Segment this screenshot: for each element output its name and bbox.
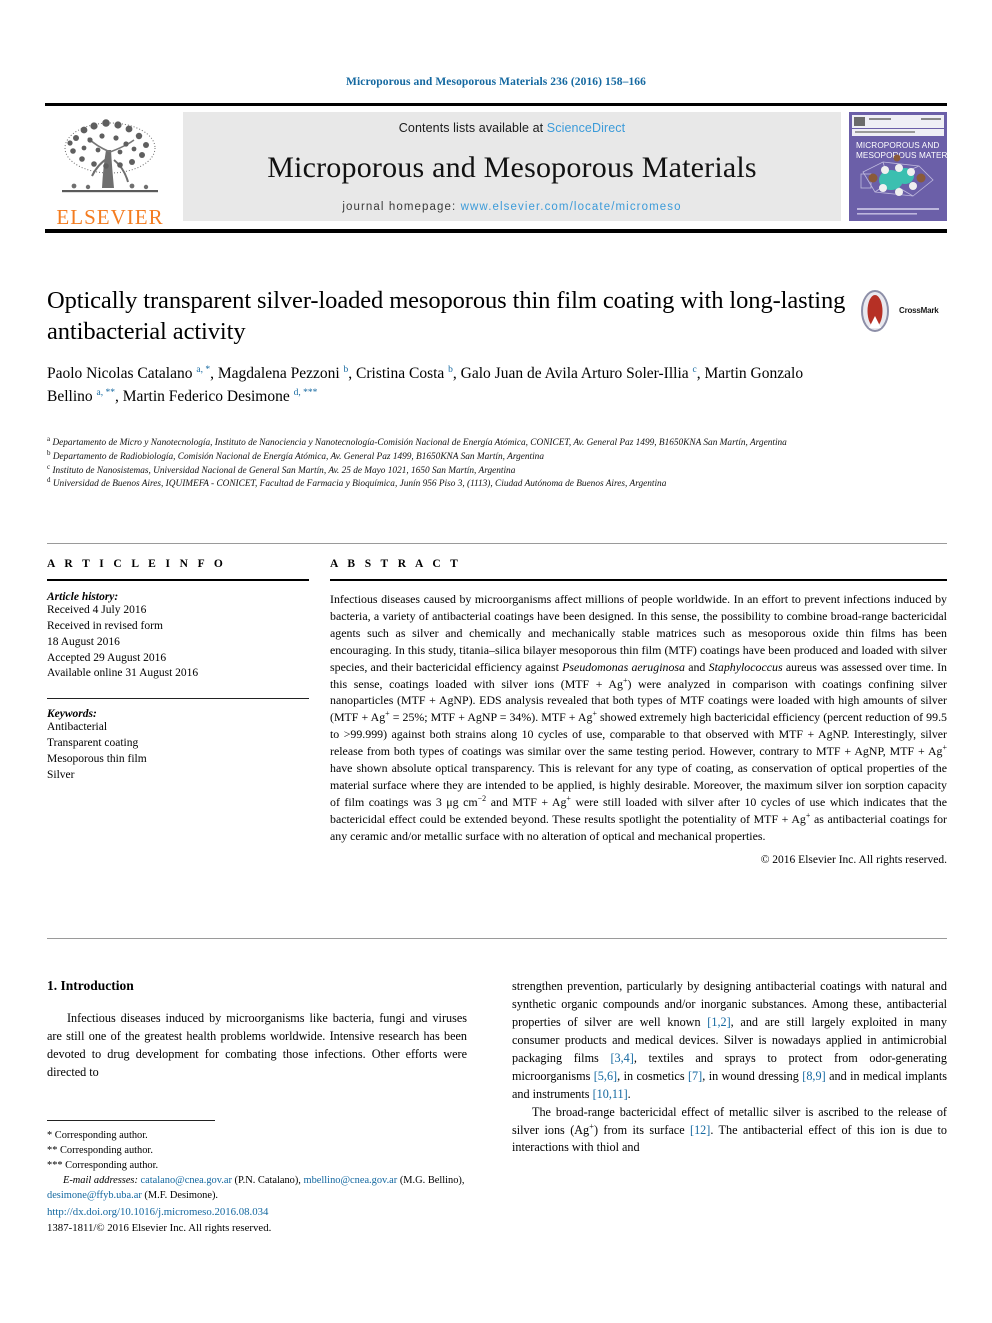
info-section-top-rule <box>47 543 947 544</box>
affiliation-marker-d: d <box>47 476 51 485</box>
journal-cover-thumbnail: MICROPOROUS AND MESOPOROUS MATERIALS <box>849 112 966 221</box>
svg-text:MESOPOROUS MATERIALS: MESOPOROUS MATERIALS <box>856 151 947 160</box>
keyword-item: Silver <box>47 768 75 781</box>
article-history-line: Received in revised form <box>47 619 163 632</box>
article-history-line: 18 August 2016 <box>47 635 120 648</box>
corresponding-author-note-1: * Corresponding author. <box>47 1130 148 1141</box>
keyword-item: Mesoporous thin film <box>47 753 147 766</box>
body-column-left: 1. Introduction Infectious diseases indu… <box>47 978 467 1082</box>
elsevier-wordmark: ELSEVIER <box>56 205 164 229</box>
abstract-column: A B S T R A C T Infectious diseases caus… <box>330 558 947 877</box>
affiliation-marker-b: b <box>47 448 51 457</box>
crossmark-label: CrossMark <box>899 306 939 315</box>
affiliation-c: c Instituto de Nanosistemas, Universidad… <box>47 462 927 479</box>
article-info-divider <box>47 698 309 700</box>
introduction-heading: 1. Introduction <box>47 978 134 993</box>
author-list: Paolo Nicolas Catalano a, *, Magdalena P… <box>47 364 804 406</box>
journal-homepage-link[interactable]: www.elsevier.com/locate/micromeso <box>461 201 682 213</box>
corresponding-author-note-3: *** Corresponding author. <box>47 1159 159 1171</box>
affiliation-b: b Departamento de Radiobiología, Comisió… <box>47 448 927 465</box>
body-column-right: strengthen prevention, particularly by d… <box>512 978 947 1157</box>
masthead-body: ELSEVIER Contents lists available at Sci… <box>45 106 966 228</box>
article-history-line: Accepted 29 August 2016 <box>47 651 167 664</box>
corresponding-author-note-2: ** Corresponding author. <box>47 1144 153 1156</box>
article-info-heading-rule <box>47 579 309 581</box>
contents-prefix-text: Contents lists available at <box>398 121 547 135</box>
article-history-label: Article history: <box>47 591 119 603</box>
abstract-section-bottom-rule <box>47 938 947 939</box>
affiliation-marker-a: a <box>47 434 51 443</box>
introduction-paragraph-right-2: The broad-range bactericidal effect of m… <box>512 1104 947 1155</box>
elsevier-logo: ELSEVIER <box>45 106 175 228</box>
article-info-column: A R T I C L E I N F O Article history: R… <box>47 558 309 784</box>
homepage-prefix-text: journal homepage: <box>342 201 461 213</box>
keywords-label: Keywords: <box>47 708 97 721</box>
title-block: Optically transparent silver-loaded meso… <box>47 285 847 348</box>
svg-text:MICROPOROUS AND: MICROPOROUS AND <box>856 141 939 150</box>
masthead-bottom-rule <box>45 229 947 233</box>
article-history-line: Received 4 July 2016 <box>47 604 147 616</box>
doi-link[interactable]: http://dx.doi.org/10.1016/j.micromeso.20… <box>47 1205 477 1221</box>
footnote-separator-rule <box>47 1120 215 1121</box>
email-addresses-note: E-mail addresses: catalano@cnea.gov.ar (… <box>47 1175 465 1202</box>
affiliation-list: a Departamento de Micro y Nanotecnología… <box>47 434 927 492</box>
article-info-heading: A R T I C L E I N F O <box>47 558 227 570</box>
abstract-body: Infectious diseases caused by microorgan… <box>330 592 948 843</box>
journal-masthead: ELSEVIER Contents lists available at Sci… <box>45 103 966 233</box>
running-head: Microporous and Mesoporous Materials 236… <box>345 76 647 88</box>
introduction-paragraph-right-1: strengthen prevention, particularly by d… <box>512 979 947 1101</box>
issn-copyright-line: 1387-1811/© 2016 Elsevier Inc. All right… <box>47 1221 272 1234</box>
crossmark-icon <box>861 289 889 332</box>
sciencedirect-link[interactable]: ScienceDirect <box>547 121 625 135</box>
elsevier-tree-icon <box>62 119 158 193</box>
crossmark-badge[interactable]: CrossMark <box>855 288 950 333</box>
footer-doi-block: http://dx.doi.org/10.1016/j.micromeso.20… <box>47 1205 477 1236</box>
affiliation-d-text: Universidad de Buenos Aires, IQUIMEFA - … <box>52 479 667 490</box>
affiliation-a: a Departamento de Micro y Nanotecnología… <box>47 434 927 451</box>
journal-title: Microporous and Mesoporous Materials <box>267 151 757 185</box>
journal-cover-image: MICROPOROUS AND MESOPOROUS MATERIALS <box>849 112 966 221</box>
abstract-heading-rule <box>330 579 947 581</box>
abstract-copyright: © 2016 Elsevier Inc. All rights reserved… <box>760 853 947 866</box>
page-title: Optically transparent silver-loaded meso… <box>47 287 846 346</box>
article-history-line: Available online 31 August 2016 <box>47 667 199 680</box>
affiliation-c-text: Instituto de Nanosistemas, Universidad N… <box>52 465 516 476</box>
keyword-item: Antibacterial <box>47 721 108 734</box>
keyword-item: Transparent coating <box>47 737 139 750</box>
abstract-heading: A B S T R A C T <box>330 558 462 570</box>
masthead-center-band: Contents lists available at ScienceDirec… <box>183 112 841 221</box>
journal-article-page: Microporous and Mesoporous Materials 236… <box>0 0 992 1323</box>
contents-available-line: Contents lists available at ScienceDirec… <box>399 121 625 135</box>
introduction-paragraph-left: Infectious diseases induced by microorga… <box>47 1011 467 1079</box>
affiliation-b-text: Departamento de Radiobiología, Comisión … <box>52 451 544 462</box>
journal-homepage-line: journal homepage: www.elsevier.com/locat… <box>342 201 681 213</box>
affiliation-d: d Universidad de Buenos Aires, IQUIMEFA … <box>47 476 927 492</box>
footnote-block: * Corresponding author. ** Corresponding… <box>47 1129 477 1204</box>
affiliation-a-text: Departamento de Micro y Nanotecnología, … <box>52 438 787 448</box>
affiliation-marker-c: c <box>47 462 51 471</box>
